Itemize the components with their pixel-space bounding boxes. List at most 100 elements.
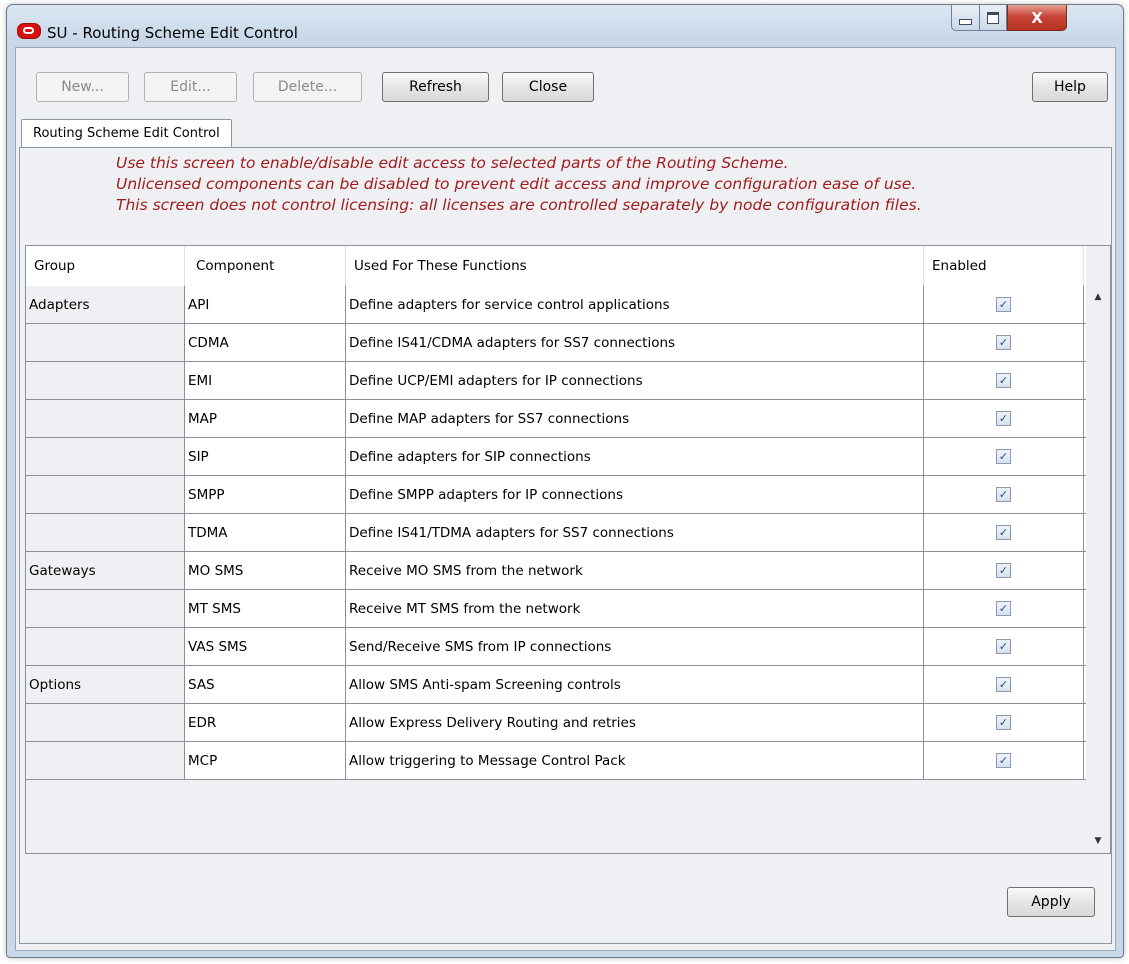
table-body: Adapters API Define adapters for service c… <box>26 286 1086 780</box>
table-row[interactable]: VAS SMS Send/Receive SMS from IP connecti… <box>26 628 1086 666</box>
enabled-checkbox[interactable]: ✓ <box>996 715 1011 730</box>
column-header-group[interactable]: Group <box>26 246 185 286</box>
component-cell: MAP <box>185 400 346 437</box>
group-cell <box>26 400 185 437</box>
group-cell <box>26 742 185 779</box>
enabled-checkbox[interactable]: ✓ <box>996 411 1011 426</box>
enabled-cell: ✓ <box>924 704 1084 741</box>
instruction-line: Use this screen to enable/disable edit a… <box>116 154 789 172</box>
group-cell <box>26 590 185 627</box>
functions-cell: Define UCP/EMI adapters for IP connectio… <box>346 362 924 399</box>
window-close-button[interactable]: X <box>1007 5 1067 31</box>
group-cell <box>26 438 185 475</box>
enabled-checkbox[interactable]: ✓ <box>996 525 1011 540</box>
enabled-checkbox[interactable]: ✓ <box>996 449 1011 464</box>
components-table: Group Component Used For These Functions… <box>25 245 1111 854</box>
group-cell: Options <box>26 666 185 703</box>
enabled-checkbox[interactable]: ✓ <box>996 297 1011 312</box>
minimize-icon <box>959 18 972 25</box>
maximize-button[interactable] <box>979 5 1007 31</box>
functions-cell: Define MAP adapters for SS7 connections <box>346 400 924 437</box>
functions-cell: Define SMPP adapters for IP connections <box>346 476 924 513</box>
window-title: SU - Routing Scheme Edit Control <box>47 24 298 42</box>
table-row[interactable]: MCP Allow triggering to Message Control P… <box>26 742 1086 780</box>
table-row[interactable]: SIP Define adapters for SIP connections ✓ <box>26 438 1086 476</box>
close-icon: X <box>1031 8 1043 27</box>
functions-cell: Allow triggering to Message Control Pack <box>346 742 924 779</box>
component-cell: TDMA <box>185 514 346 551</box>
group-cell <box>26 628 185 665</box>
close-button[interactable]: Close <box>502 72 594 102</box>
group-cell <box>26 362 185 399</box>
enabled-checkbox[interactable]: ✓ <box>996 335 1011 350</box>
component-cell: API <box>185 286 346 323</box>
apply-button[interactable]: Apply <box>1007 887 1095 917</box>
functions-cell: Receive MO SMS from the network <box>346 552 924 589</box>
table-row[interactable]: Options SAS Allow SMS Anti-spam Screening … <box>26 666 1086 704</box>
functions-cell: Allow Express Delivery Routing and retri… <box>346 704 924 741</box>
group-cell <box>26 324 185 361</box>
help-button[interactable]: Help <box>1032 72 1108 102</box>
title-bar[interactable]: SU - Routing Scheme Edit Control X <box>7 5 1123 45</box>
enabled-checkbox[interactable]: ✓ <box>996 563 1011 578</box>
component-cell: SMPP <box>185 476 346 513</box>
functions-cell: Define IS41/TDMA adapters for SS7 connec… <box>346 514 924 551</box>
enabled-cell: ✓ <box>924 438 1084 475</box>
refresh-button[interactable]: Refresh <box>382 72 489 102</box>
functions-cell: Define IS41/CDMA adapters for SS7 connec… <box>346 324 924 361</box>
table-row[interactable]: EMI Define UCP/EMI adapters for IP connec… <box>26 362 1086 400</box>
component-cell: MT SMS <box>185 590 346 627</box>
table-header: Group Component Used For These Functions… <box>26 246 1086 286</box>
enabled-checkbox[interactable]: ✓ <box>996 487 1011 502</box>
functions-cell: Allow SMS Anti-spam Screening controls <box>346 666 924 703</box>
group-cell: Adapters <box>26 286 185 323</box>
vertical-scrollbar[interactable]: ▲ ▼ <box>1087 286 1109 852</box>
enabled-cell: ✓ <box>924 514 1084 551</box>
new-button[interactable]: New... <box>36 72 129 102</box>
table-row[interactable]: Adapters API Define adapters for service c… <box>26 286 1086 324</box>
component-cell: EMI <box>185 362 346 399</box>
column-header-functions[interactable]: Used For These Functions <box>346 246 924 286</box>
delete-button[interactable]: Delete... <box>253 72 362 102</box>
enabled-cell: ✓ <box>924 286 1084 323</box>
table-row[interactable]: TDMA Define IS41/TDMA adapters for SS7 co… <box>26 514 1086 552</box>
enabled-checkbox[interactable]: ✓ <box>996 753 1011 768</box>
enabled-cell: ✓ <box>924 476 1084 513</box>
enabled-checkbox[interactable]: ✓ <box>996 373 1011 388</box>
component-cell: CDMA <box>185 324 346 361</box>
component-cell: SIP <box>185 438 346 475</box>
table-row[interactable]: SMPP Define SMPP adapters for IP connecti… <box>26 476 1086 514</box>
column-header-component[interactable]: Component <box>185 246 346 286</box>
component-cell: EDR <box>185 704 346 741</box>
main-window: SU - Routing Scheme Edit Control X New..… <box>6 4 1124 958</box>
column-header-enabled[interactable]: Enabled <box>924 246 1084 286</box>
component-cell: VAS SMS <box>185 628 346 665</box>
component-cell: SAS <box>185 666 346 703</box>
tab-routing-scheme-edit-control[interactable]: Routing Scheme Edit Control <box>21 119 232 147</box>
table-row[interactable]: CDMA Define IS41/CDMA adapters for SS7 co… <box>26 324 1086 362</box>
enabled-checkbox[interactable]: ✓ <box>996 677 1011 692</box>
table-row[interactable]: MAP Define MAP adapters for SS7 connectio… <box>26 400 1086 438</box>
enabled-cell: ✓ <box>924 666 1084 703</box>
instruction-line: Unlicensed components can be disabled to… <box>116 175 917 193</box>
functions-cell: Send/Receive SMS from IP connections <box>346 628 924 665</box>
instruction-line: This screen does not control licensing: … <box>116 196 922 214</box>
window-client-area: New... Edit... Delete... Refresh Close H… <box>15 47 1116 951</box>
scroll-down-icon[interactable]: ▼ <box>1087 832 1109 850</box>
enabled-checkbox[interactable]: ✓ <box>996 601 1011 616</box>
minimize-button[interactable] <box>951 5 980 31</box>
scroll-up-icon[interactable]: ▲ <box>1087 288 1109 306</box>
component-cell: MCP <box>185 742 346 779</box>
app-icon <box>17 23 41 39</box>
group-cell <box>26 704 185 741</box>
table-row[interactable]: MT SMS Receive MT SMS from the network ✓ <box>26 590 1086 628</box>
tab-panel: Use this screen to enable/disable edit a… <box>19 147 1112 944</box>
table-row[interactable]: EDR Allow Express Delivery Routing and re… <box>26 704 1086 742</box>
enabled-cell: ✓ <box>924 400 1084 437</box>
group-cell <box>26 476 185 513</box>
table-row[interactable]: Gateways MO SMS Receive MO SMS from the ne… <box>26 552 1086 590</box>
edit-button[interactable]: Edit... <box>144 72 237 102</box>
group-cell <box>26 514 185 551</box>
enabled-checkbox[interactable]: ✓ <box>996 639 1011 654</box>
enabled-cell: ✓ <box>924 552 1084 589</box>
